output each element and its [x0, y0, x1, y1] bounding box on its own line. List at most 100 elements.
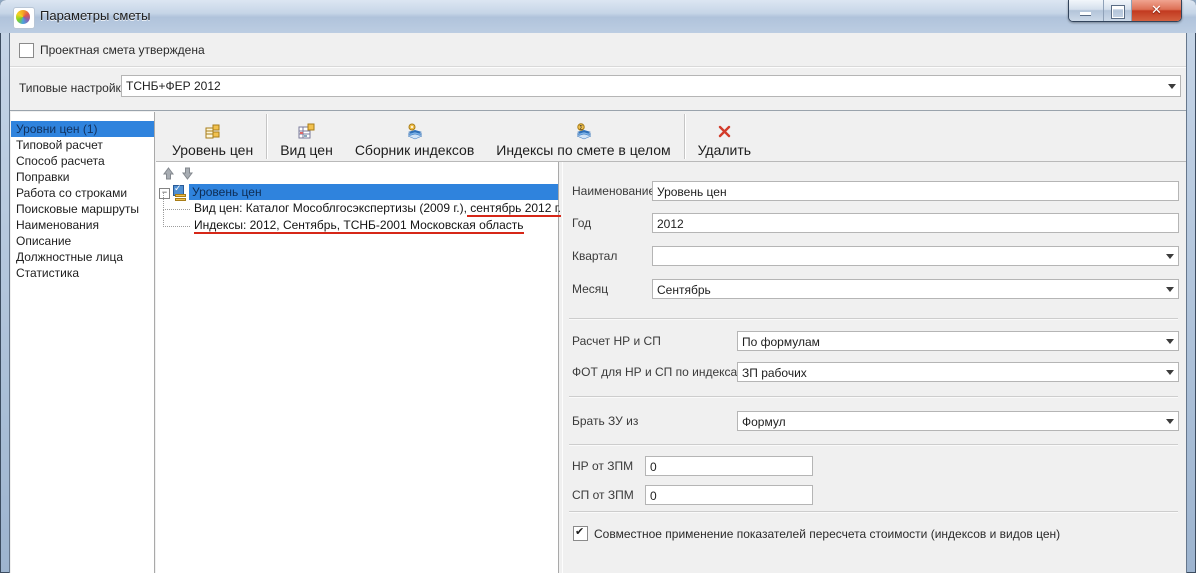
close-icon: ✕	[1132, 2, 1181, 18]
properties-form: Наименование Уровень цен Год 2012 Кварта…	[562, 162, 1186, 573]
sidebar-item-names[interactable]: Наименования	[11, 217, 154, 233]
field-nr-zpm-label: НР от ЗПМ	[572, 459, 633, 473]
fot-value: ЗП рабочих	[742, 366, 807, 380]
fot-combobox[interactable]: ЗП рабочих	[737, 362, 1179, 382]
tree-item-text: Вид цен: Каталог Мособлгосэкспертизы (20…	[194, 201, 467, 215]
price-type-button-label: Вид цен	[280, 142, 333, 158]
window-title: Параметры сметы	[40, 8, 150, 23]
month-combobox[interactable]: Сентябрь	[652, 279, 1179, 299]
template-settings-value: ТСНБ+ФЕР 2012	[126, 79, 221, 93]
separator	[569, 396, 1178, 398]
nr-zpm-input[interactable]: 0	[645, 456, 813, 476]
template-settings-combobox[interactable]: ТСНБ+ФЕР 2012	[121, 75, 1181, 97]
estimate-total-indexes-button-label: Индексы по смете в целом	[496, 142, 670, 158]
field-name-label: Наименование	[572, 184, 655, 198]
tree-item-text-underlined: Индексы: 2012, Сентябрь, ТСНБ-2001 Моско…	[194, 218, 524, 234]
price-level-node-icon	[173, 185, 187, 199]
joint-usage-label: Совместное применение показателей пересч…	[594, 527, 1060, 541]
svg-text:Σ: Σ	[579, 125, 583, 132]
quarter-combobox[interactable]	[652, 246, 1179, 266]
field-year-row: Год 2012	[563, 213, 1186, 233]
sidebar-item-description[interactable]: Описание	[11, 233, 154, 249]
title-bar[interactable]: Параметры сметы ✕	[0, 0, 1196, 33]
year-input[interactable]: 2012	[652, 213, 1179, 233]
sidebar-item-corrections[interactable]: Поправки	[11, 169, 154, 185]
field-quarter-row: Квартал	[563, 246, 1186, 266]
chevron-down-icon[interactable]	[1166, 287, 1174, 292]
tree-root-label[interactable]: Уровень цен	[189, 184, 558, 200]
price-level-button-label: Уровень цен	[172, 142, 253, 158]
sidebar-item-search-routes[interactable]: Поисковые маршруты	[11, 201, 154, 217]
sidebar-item-typical-calc[interactable]: Типовой расчет	[11, 137, 154, 153]
price-level-button[interactable]: Уровень цен	[161, 112, 264, 161]
nr-sp-calc-combobox[interactable]: По формулам	[737, 331, 1179, 351]
field-sp-zpm-label: СП от ЗПМ	[572, 488, 634, 502]
price-level-tree-panel: − Уровень цен Вид цен: Каталог Мособлгос…	[156, 162, 559, 573]
chevron-down-icon[interactable]	[1166, 370, 1174, 375]
estimate-total-indexes-button[interactable]: Σ Индексы по смете в целом	[485, 112, 681, 161]
toolbar-separator	[266, 114, 267, 159]
field-year-label: Год	[572, 216, 591, 230]
index-collection-button[interactable]: Сборник индексов	[344, 112, 485, 161]
price-type-button[interactable]: Вид цен	[269, 112, 344, 161]
approved-checkbox[interactable]	[19, 43, 34, 58]
move-up-icon[interactable]	[161, 166, 176, 181]
sidebar-item-officials[interactable]: Должностные лица	[11, 249, 154, 265]
close-button[interactable]: ✕	[1132, 0, 1181, 21]
name-input[interactable]: Уровень цен	[652, 181, 1179, 201]
sp-zpm-input[interactable]: 0	[645, 485, 813, 505]
field-nr-sp-label: Расчет НР и СП	[572, 334, 661, 348]
dialog-window: Параметры сметы ✕ Проектная смета утверж…	[0, 0, 1196, 573]
tree-item-price-type[interactable]: Вид цен: Каталог Мособлгосэкспертизы (20…	[156, 201, 556, 218]
sidebar-item-calc-method[interactable]: Способ расчета	[11, 153, 154, 169]
minimize-button[interactable]	[1069, 0, 1104, 21]
separator	[569, 318, 1178, 320]
toolbar: Уровень цен Вид цен Сборник индексов	[156, 112, 1186, 162]
joint-usage-checkbox[interactable]	[573, 526, 588, 541]
nr-sp-calc-value: По формулам	[742, 335, 820, 349]
chevron-down-icon[interactable]	[1168, 84, 1176, 89]
toolbar-separator	[684, 114, 685, 159]
sidebar-item-price-levels[interactable]: Уровни цен (1)	[11, 121, 154, 137]
field-sp-zpm-row: СП от ЗПМ 0	[563, 485, 1186, 505]
sidebar-item-row-work[interactable]: Работа со строками	[11, 185, 154, 201]
sidebar-item-statistics[interactable]: Статистика	[11, 265, 154, 281]
template-settings-label: Типовые настройки:	[19, 81, 131, 95]
maximize-button[interactable]	[1104, 0, 1132, 21]
delete-button-label: Удалить	[698, 142, 751, 158]
month-value: Сентябрь	[657, 283, 711, 297]
chevron-down-icon[interactable]	[1166, 339, 1174, 344]
app-icon	[13, 7, 35, 29]
approved-row: Проектная смета утверждена	[10, 33, 1186, 67]
index-collection-button-label: Сборник индексов	[355, 142, 474, 158]
minimize-icon	[1080, 12, 1091, 15]
approved-checkbox-label: Проектная смета утверждена	[40, 43, 205, 57]
price-level-icon	[204, 123, 221, 140]
zu-source-value: Формул	[742, 415, 786, 429]
tree-root-row: − Уровень цен	[156, 184, 558, 201]
zu-source-combobox[interactable]: Формул	[737, 411, 1179, 431]
main-area: Уровни цен (1) Типовой расчет Способ рас…	[10, 110, 1186, 573]
estimate-total-indexes-icon: Σ	[575, 123, 592, 140]
field-zu-label: Брать ЗУ из	[572, 414, 638, 428]
dialog-content: Проектная смета утверждена Типовые настр…	[9, 33, 1187, 573]
tree-item-text-underlined: сентябрь 2012 г.	[467, 201, 561, 217]
field-month-row: Месяц Сентябрь	[563, 279, 1186, 299]
field-nr-zpm-row: НР от ЗПМ 0	[563, 456, 1186, 476]
tree-item-indexes[interactable]: Индексы: 2012, Сентябрь, ТСНБ-2001 Моско…	[156, 218, 556, 235]
chevron-down-icon[interactable]	[1166, 419, 1174, 424]
chevron-down-icon[interactable]	[1166, 254, 1174, 259]
separator	[569, 511, 1178, 513]
field-month-label: Месяц	[572, 282, 608, 296]
field-fot-label: ФОТ для НР и СП по индексам	[572, 365, 745, 379]
delete-button[interactable]: Удалить	[687, 112, 762, 161]
collapse-expander-icon[interactable]: −	[159, 188, 170, 199]
category-list: Уровни цен (1) Типовой расчет Способ рас…	[11, 112, 155, 573]
window-controls: ✕	[1068, 0, 1182, 22]
field-zu-row: Брать ЗУ из Формул	[563, 411, 1186, 431]
move-down-icon[interactable]	[180, 166, 195, 181]
field-name-row: Наименование Уровень цен	[563, 181, 1186, 201]
delete-icon	[716, 123, 733, 140]
field-fot-row: ФОТ для НР и СП по индексам ЗП рабочих	[563, 362, 1186, 382]
index-collection-icon	[406, 123, 423, 140]
